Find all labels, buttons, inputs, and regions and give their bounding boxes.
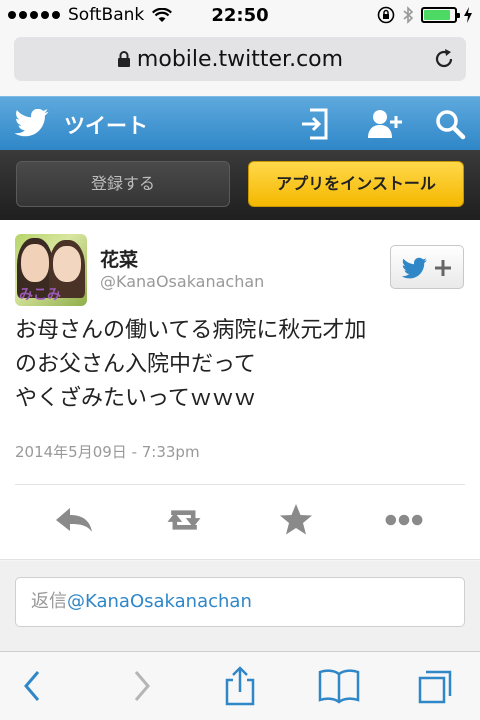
sign-in-icon[interactable] — [300, 108, 330, 140]
tweet-card: みこみ 花菜 @KanaOsakanachan お母さんの働いてる病院に秋元才加… — [0, 220, 480, 560]
tabs-icon[interactable] — [416, 666, 456, 706]
url-text: mobile.twitter.com — [136, 47, 344, 72]
tweet-actions — [0, 498, 480, 542]
divider — [15, 484, 465, 485]
reply-input[interactable]: 返信@KanaOsakanachan — [15, 577, 465, 627]
reload-icon[interactable] — [432, 47, 456, 71]
twitter-bird-icon[interactable] — [14, 109, 50, 139]
reply-mention: @KanaOsakanachan — [67, 591, 252, 612]
header-title: ツイート — [64, 114, 148, 138]
share-icon[interactable] — [222, 666, 258, 706]
browser-toolbar — [0, 651, 480, 720]
register-button[interactable]: 登録する — [16, 161, 230, 207]
orientation-lock-icon — [377, 6, 395, 24]
reply-placeholder-prefix: 返信 — [31, 591, 67, 612]
reply-icon[interactable] — [52, 498, 96, 542]
favorite-icon[interactable] — [274, 498, 318, 542]
retweet-icon[interactable] — [162, 498, 206, 542]
search-icon[interactable] — [434, 108, 466, 140]
charging-icon — [464, 7, 472, 23]
follow-bird-plus-icon — [401, 257, 451, 279]
forward-icon[interactable] — [126, 666, 156, 706]
user-name[interactable]: 花菜 — [100, 245, 138, 272]
follow-button[interactable] — [390, 245, 464, 289]
avatar-caption: みこみ — [19, 287, 61, 303]
signup-bar: 登録する アプリをインストール — [0, 150, 480, 220]
reply-area: 返信@KanaOsakanachan — [0, 561, 480, 651]
twitter-header: ツイート — [0, 96, 480, 150]
more-icon[interactable] — [382, 498, 426, 542]
install-app-button[interactable]: アプリをインストール — [248, 161, 464, 207]
user-handle[interactable]: @KanaOsakanachan — [100, 272, 264, 291]
address-bar[interactable]: mobile.twitter.com — [14, 37, 466, 81]
tweet-text: お母さんの働いてる病院に秋元才加 のお父さん入院中だって やくざみたいってｗｗｗ — [15, 318, 367, 411]
follow-user-icon[interactable] — [366, 108, 406, 140]
bluetooth-icon — [403, 6, 414, 24]
tweet-timestamp[interactable]: 2014年5月09日 - 7:33pm — [15, 441, 200, 462]
status-bar: SoftBank 22:50 — [0, 0, 480, 30]
avatar[interactable]: みこみ — [15, 234, 87, 306]
back-icon[interactable] — [18, 666, 48, 706]
browser-address-area: mobile.twitter.com — [0, 30, 480, 96]
battery-icon — [421, 7, 460, 23]
bookmarks-icon[interactable] — [316, 666, 362, 706]
